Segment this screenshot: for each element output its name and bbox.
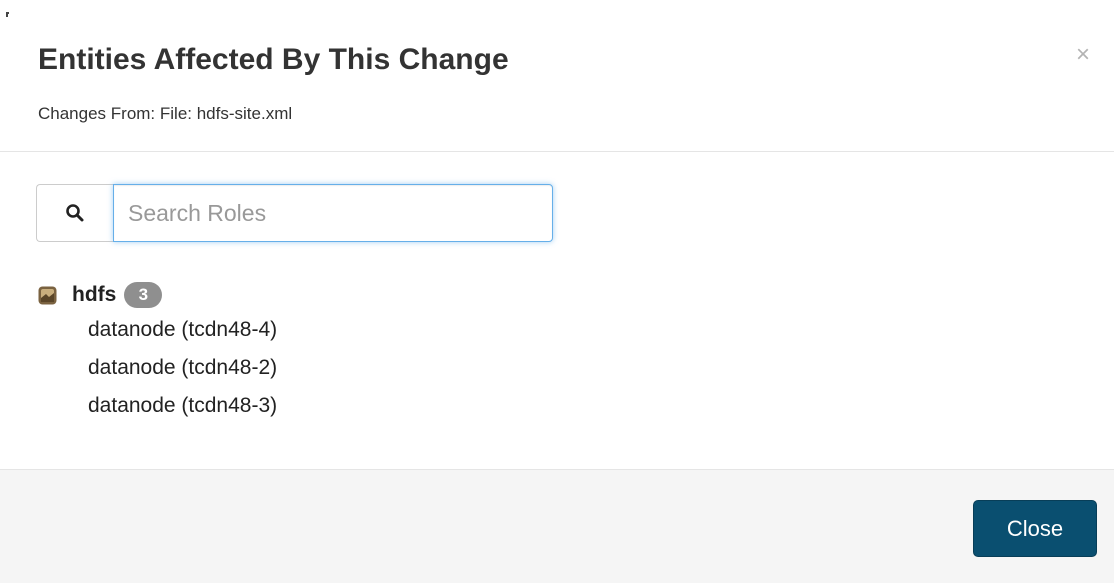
search-group — [36, 184, 553, 242]
role-item[interactable]: datanode (tcdn48-2) — [88, 349, 277, 387]
role-item[interactable]: datanode (tcdn48-4) — [88, 311, 277, 349]
service-name[interactable]: hdfs — [72, 280, 116, 310]
affected-entities-modal: Entities Affected By This Change Changes… — [0, 0, 1114, 583]
search-input[interactable] — [113, 184, 553, 242]
close-button[interactable]: Close — [973, 500, 1097, 557]
role-list: datanode (tcdn48-4) datanode (tcdn48-2) … — [38, 311, 277, 425]
modal-footer: Close — [0, 469, 1114, 583]
role-count-badge: 3 — [124, 282, 163, 308]
close-x-icon[interactable]: × — [1073, 43, 1093, 67]
service-row: hdfs 3 — [38, 280, 277, 310]
role-item[interactable]: datanode (tcdn48-3) — [88, 387, 277, 425]
search-icon — [36, 184, 113, 242]
hdfs-service-icon — [38, 286, 57, 305]
modal-title: Entities Affected By This Change — [38, 43, 509, 76]
affected-entities-tree: hdfs 3 datanode (tcdn48-4) datanode (tcd… — [38, 280, 277, 425]
modal-subtitle: Changes From: File: hdfs-site.xml — [38, 104, 293, 123]
modal-header: Entities Affected By This Change Changes… — [0, 0, 1114, 152]
